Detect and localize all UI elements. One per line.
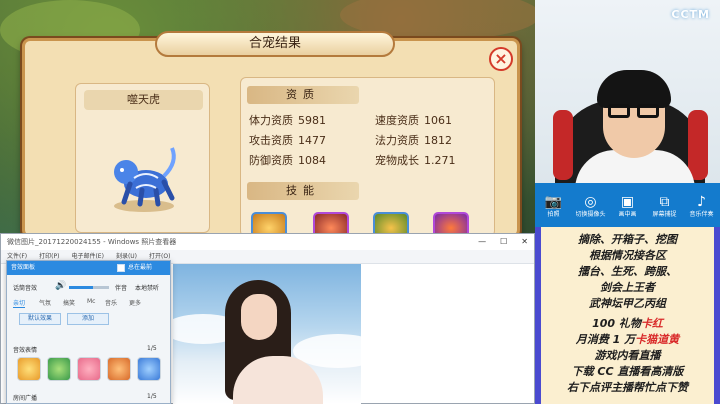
broadcast-label: 房间广播 <box>13 395 38 402</box>
camera-switch-icon[interactable]: ◎ 切换摄像头 <box>576 194 606 219</box>
glasses-left-lens <box>608 104 630 118</box>
tab-funny[interactable]: 搞笑 <box>63 298 75 307</box>
chair-accent-left <box>553 110 573 180</box>
info-line: 摘除、开箱子、挖图 <box>578 233 677 246</box>
broadcast-count: 1/5 <box>147 393 157 400</box>
info-line: 根据情况接各区 <box>589 249 666 262</box>
info-line: 右下点评主播帮忙点下赞 <box>567 381 688 394</box>
viewer-title: 微信图片_20171220024155 - Windows 照片查看器 — ☐ … <box>1 234 534 250</box>
info-line: 游戏内看直播 <box>594 349 661 362</box>
photo-image <box>173 264 361 404</box>
stat-speed-aptitude: 速度资质 1061 <box>375 114 452 127</box>
effect-emoji-3-icon[interactable] <box>77 357 101 381</box>
maximize-icon[interactable]: ☐ <box>500 234 507 250</box>
info-line: 月消费 1 万卡猫道黄 <box>575 333 680 346</box>
speaker-icon[interactable]: 🔊 <box>55 281 66 291</box>
info-line: 擂台、生死、跨服、 <box>578 265 677 278</box>
sound-panel-title-text: 音效面板 <box>11 264 36 271</box>
tab-more[interactable]: 更多 <box>129 298 141 307</box>
info-line: 下载 CC 直播看高清版 <box>571 365 684 378</box>
stat-defense-aptitude: 防御资质 1084 <box>249 154 326 167</box>
info-line: 武神坛甲乙丙组 <box>589 297 666 310</box>
volume-fill <box>69 286 93 289</box>
effects-count: 1/5 <box>147 345 157 352</box>
stat-attack-aptitude: 攻击资质 1477 <box>249 134 326 147</box>
stat-hp-aptitude: 体力资质 5981 <box>249 114 326 127</box>
info-line: 剑会上王者 <box>600 281 655 294</box>
add-effect-button[interactable]: 添加 <box>67 313 109 325</box>
sound-panel-title: 音效面板 总在最前 <box>7 261 170 275</box>
window-title: 微信图片_20171220024155 - Windows 照片查看器 <box>7 238 177 246</box>
volume-slider[interactable] <box>69 286 109 289</box>
window-controls: — ☐ ✕ <box>478 234 528 250</box>
info-line: 100 礼物卡红 <box>592 317 663 330</box>
effect-emoji-1-icon[interactable] <box>17 357 41 381</box>
pet-stats-panel: 资质 体力资质 5981 速度资质 1061 攻击资质 1477 法力资质 1812 防… <box>240 77 495 244</box>
streamer-info-panel: 摘除、开箱子、挖图 根据情况接各区 擂台、生死、跨服、 剑会上王者 武神坛甲乙丙… <box>535 227 720 404</box>
pet-name: 噬天虎 <box>84 90 203 110</box>
mic-effect-label: 话筒音效 <box>13 285 38 292</box>
effect-emoji-2-icon[interactable] <box>47 357 71 381</box>
glasses-right-lens <box>637 104 659 118</box>
pet-preview-panel: 噬天虎 <box>75 83 210 233</box>
screen-capture-icon[interactable]: ⧉ 屏幕捕捉 <box>650 194 680 219</box>
effects-label: 音效表情 <box>13 347 38 354</box>
always-on-top-checkbox[interactable] <box>117 264 125 272</box>
camera-icon[interactable]: 📷 拍照 <box>539 194 569 219</box>
tab-friendly[interactable]: 亲切 <box>13 298 26 308</box>
picture-in-picture-icon[interactable]: ▣ 画中画 <box>613 194 643 219</box>
stat-pet-growth: 宠物成长 1.271 <box>375 154 456 167</box>
photo-face <box>241 294 277 340</box>
stream-toolbar: 📷 拍照 ◎ 切换摄像头 ▣ 画中画 ⧉ 屏幕捕捉 ♪ 音乐伴奏 <box>535 183 720 227</box>
pet-merge-dialog: 合宠结果 × 噬天虎 资质 体力资质 5981 速度资质 1061 攻击资质 1… <box>22 31 520 244</box>
tab-atmosphere[interactable]: 气氛 <box>39 298 51 307</box>
aptitude-header: 资质 <box>247 86 359 104</box>
close-icon[interactable]: × <box>489 47 513 71</box>
sound-effect-panel: 音效面板 总在最前 话筒音效 🔊 伴音 本地禁听 亲切 气氛 搞笑 Mc 音乐 … <box>6 260 171 404</box>
effect-emoji-5-icon[interactable] <box>137 357 161 381</box>
tab-mc[interactable]: Mc <box>87 298 95 305</box>
tab-music[interactable]: 音乐 <box>105 298 117 307</box>
default-effect-button[interactable]: 默认效果 <box>19 313 61 325</box>
dialog-title: 合宠结果 <box>155 31 395 57</box>
music-icon[interactable]: ♪ 音乐伴奏 <box>687 194 717 219</box>
local-mute-toggle[interactable]: 本地禁听 <box>135 283 159 292</box>
screen: 合宠结果 × 噬天虎 资质 体力资质 5981 速度资质 1061 攻击资质 1… <box>0 0 720 404</box>
chair-accent-right <box>688 110 708 180</box>
stat-magic-aptitude: 法力资质 1812 <box>375 134 452 147</box>
minimize-icon[interactable]: — <box>478 234 486 250</box>
skills-header: 技能 <box>247 182 359 200</box>
effect-emoji-4-icon[interactable] <box>107 357 131 381</box>
cc-live-logo: CCTM <box>671 8 710 21</box>
streamer-hair <box>597 70 671 108</box>
streamer-webcam: CCTM <box>535 0 720 183</box>
always-on-top-label: 总在最前 <box>128 264 153 271</box>
close-icon[interactable]: ✕ <box>521 234 528 250</box>
accompany-label: 伴音 <box>115 285 128 292</box>
tiger-pet-icon <box>114 147 176 212</box>
